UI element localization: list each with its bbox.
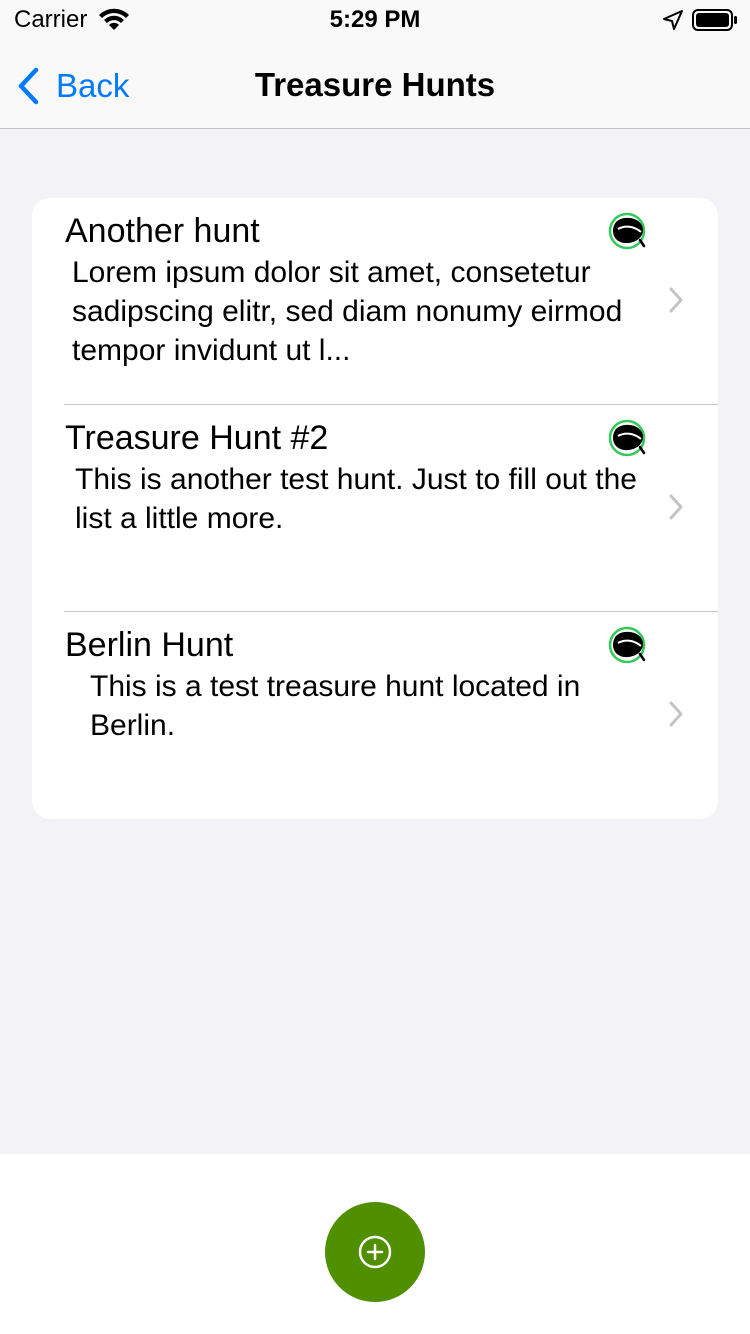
navigation-bar: Back Treasure Hunts bbox=[0, 40, 750, 129]
status-bar: Carrier 5:29 PM bbox=[0, 0, 750, 40]
hunt-title: Berlin Hunt bbox=[65, 626, 234, 664]
plus-circle-icon bbox=[358, 1235, 392, 1269]
bottom-bar bbox=[0, 1154, 750, 1334]
hunt-description: This is another test hunt. Just to fill … bbox=[75, 463, 637, 535]
chevron-right-icon bbox=[669, 287, 683, 313]
hunt-description: This is a test treasure hunt located in … bbox=[90, 670, 581, 742]
add-hunt-button[interactable] bbox=[325, 1202, 425, 1302]
list-item[interactable]: Berlin Hunt This is a test treasure hunt… bbox=[32, 612, 718, 819]
leaf-icon bbox=[608, 626, 646, 664]
leaf-icon bbox=[608, 419, 646, 457]
chevron-right-icon bbox=[669, 701, 683, 727]
hunt-title: Treasure Hunt #2 bbox=[65, 419, 329, 457]
page-title: Treasure Hunts bbox=[254, 66, 496, 103]
list-item[interactable]: Another hunt Lorem ipsum dolor sit amet,… bbox=[32, 198, 718, 405]
list-item[interactable]: Treasure Hunt #2 This is another test hu… bbox=[32, 405, 718, 612]
clock: 5:29 PM bbox=[329, 6, 421, 33]
hunt-description: Lorem ipsum dolor sit amet, consetetur s… bbox=[72, 256, 623, 367]
chevron-right-icon bbox=[669, 494, 683, 520]
hunt-list: Another hunt Lorem ipsum dolor sit amet,… bbox=[32, 198, 718, 819]
hunt-title: Another hunt bbox=[65, 212, 260, 250]
battery-icon bbox=[692, 9, 737, 31]
leaf-icon bbox=[608, 212, 646, 250]
location-arrow-icon bbox=[663, 10, 683, 30]
